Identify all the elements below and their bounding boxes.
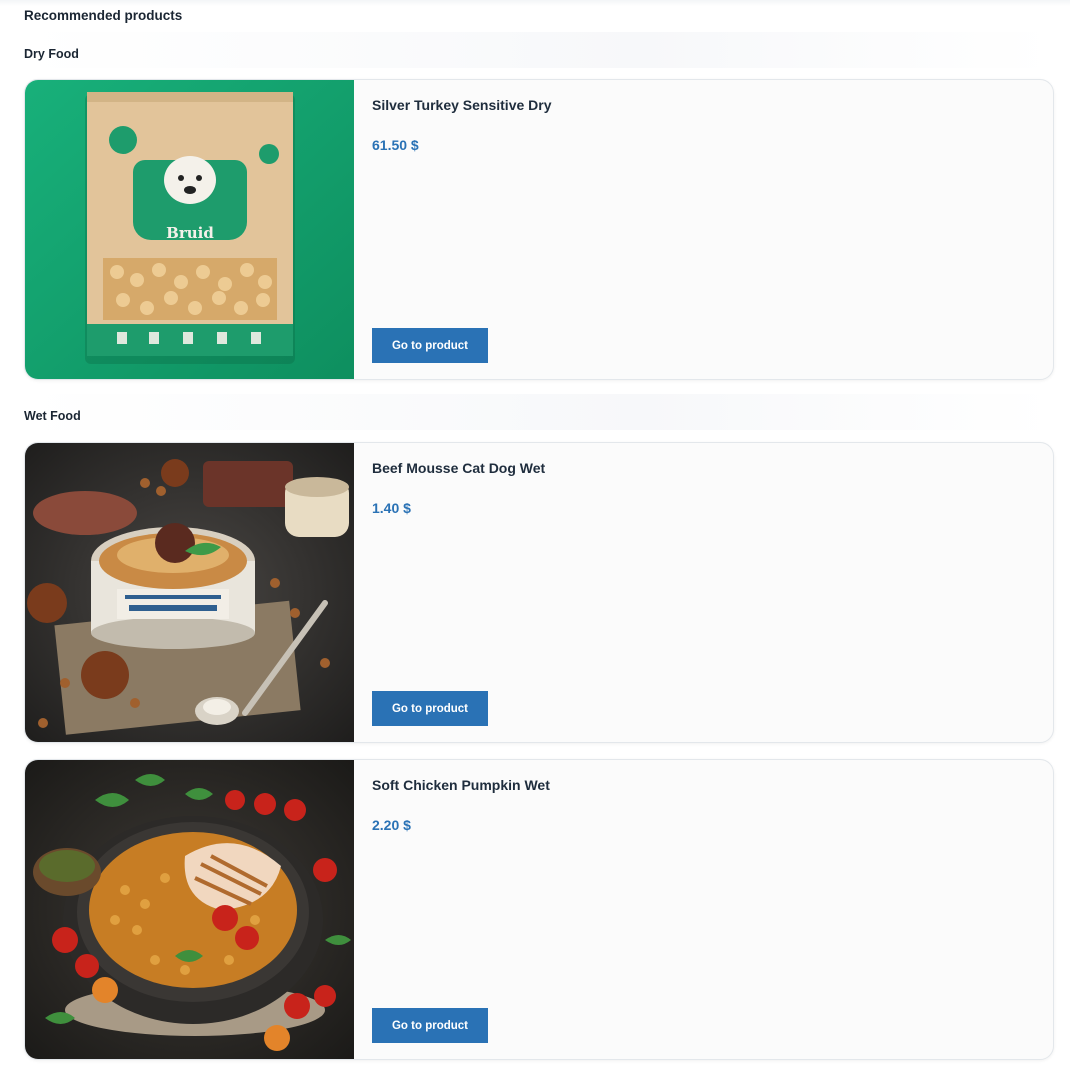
category-band bbox=[24, 32, 1054, 68]
beef-mousse-can-image[interactable] bbox=[25, 443, 354, 742]
top-divider bbox=[0, 0, 1070, 6]
product-name[interactable]: Beef Mousse Cat Dog Wet bbox=[372, 460, 545, 476]
product-price: 1.40 $ bbox=[372, 500, 411, 516]
section-title: Recommended products bbox=[24, 8, 183, 23]
go-to-product-button[interactable]: Go to product bbox=[372, 691, 488, 726]
product-price: 2.20 $ bbox=[372, 817, 411, 833]
product-card: Soft Chicken Pumpkin Wet 2.20 $ Go to pr… bbox=[24, 759, 1054, 1060]
category-label-wet-food: Wet Food bbox=[24, 409, 81, 423]
category-band bbox=[24, 394, 1054, 430]
product-card: Bruid Silver Turkey Sensitive Dry 61.50 … bbox=[24, 79, 1054, 380]
product-price: 61.50 $ bbox=[372, 137, 419, 153]
category-label-dry-food: Dry Food bbox=[24, 47, 79, 61]
go-to-product-button[interactable]: Go to product bbox=[372, 1008, 488, 1043]
bag-brand-text: Bruid bbox=[166, 224, 214, 242]
product-name[interactable]: Soft Chicken Pumpkin Wet bbox=[372, 777, 550, 793]
go-to-product-button[interactable]: Go to product bbox=[372, 328, 488, 363]
recommended-products-page: Recommended products Dry Food Bruid Silv… bbox=[0, 0, 1070, 1065]
product-card: Beef Mousse Cat Dog Wet 1.40 $ Go to pro… bbox=[24, 442, 1054, 743]
product-name[interactable]: Silver Turkey Sensitive Dry bbox=[372, 97, 552, 113]
dog-food-bag-image[interactable]: Bruid bbox=[25, 80, 354, 379]
chicken-pumpkin-bowl-image[interactable] bbox=[25, 760, 354, 1059]
